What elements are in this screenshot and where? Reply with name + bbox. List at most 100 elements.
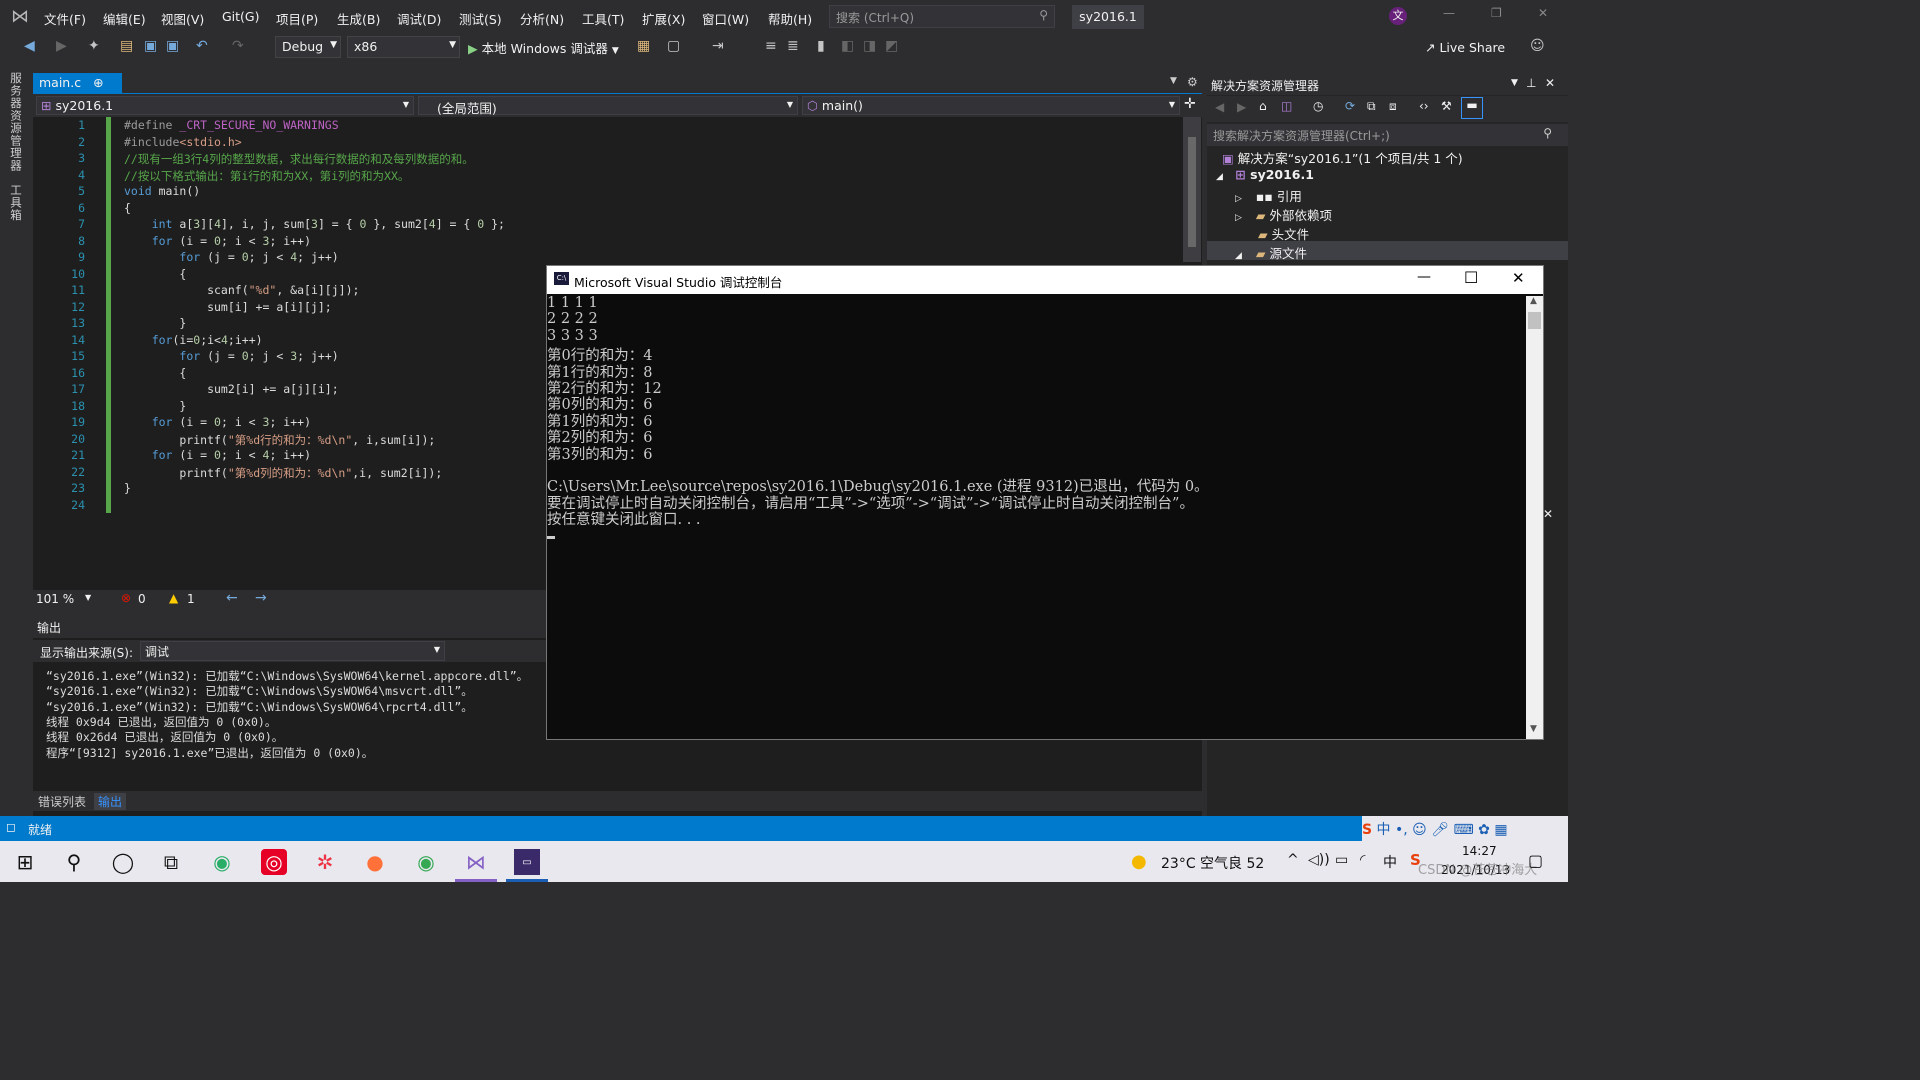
menu-item[interactable]: 分析(N): [520, 9, 564, 28]
toolbox-tab[interactable]: 工具箱: [8, 184, 24, 222]
history-icon[interactable]: ◷: [1313, 99, 1323, 113]
menu-item[interactable]: 窗口(W): [702, 9, 749, 28]
browse-icon[interactable]: ▦: [637, 38, 650, 54]
code-line[interactable]: for (i = 0; i < 4; i++): [124, 448, 311, 462]
zoom-level[interactable]: 101 %: [36, 592, 74, 606]
config-select[interactable]: Debug ▼: [275, 36, 341, 58]
function-select[interactable]: ⬡ main() ▼: [802, 96, 1180, 115]
close-icon[interactable]: ✕: [1538, 6, 1548, 20]
menu-item[interactable]: 生成(B): [337, 9, 380, 28]
code-line[interactable]: int a[3][4], i, j, sum[3] = { 0 }, sum2[…: [124, 217, 505, 231]
output-source-select[interactable]: 调试 ▼: [140, 641, 445, 661]
code-line[interactable]: printf("第%d行的和为：%d\n", i,sum[i]);: [124, 432, 435, 448]
code-line[interactable]: {: [124, 201, 131, 215]
cortana-icon[interactable]: ◯: [110, 849, 136, 875]
menu-item[interactable]: 工具(T): [582, 9, 624, 28]
collapsed-arrow-icon[interactable]: ▷: [1235, 213, 1242, 223]
redo-icon[interactable]: ↷: [232, 38, 244, 54]
step-icon[interactable]: ⇥: [712, 38, 724, 54]
code-line[interactable]: }: [124, 316, 186, 330]
code-view-icon[interactable]: ‹›: [1419, 99, 1429, 113]
error-count[interactable]: 0: [138, 592, 146, 606]
expand-icon[interactable]: ◢: [1216, 172, 1223, 182]
code-line[interactable]: sum[i] += a[i][j];: [124, 300, 332, 314]
code-line[interactable]: for (j = 0; j < 3; j++): [124, 349, 338, 363]
menu-item[interactable]: 项目(P): [276, 9, 318, 28]
show-all-icon[interactable]: ⧈: [1389, 99, 1397, 114]
split-icon[interactable]: ✛: [1184, 96, 1196, 112]
tab-output[interactable]: 输出: [94, 793, 127, 810]
ime-tray-icon[interactable]: 中: [1383, 852, 1397, 872]
platform-select[interactable]: x86 ▼: [347, 36, 460, 58]
code-line[interactable]: //按以下格式输出：第i行的和为XX，第i列的和为XX。: [124, 168, 409, 184]
scope-select[interactable]: (全局范围) ▼: [418, 96, 798, 116]
chevron-down-icon[interactable]: ▼: [85, 593, 91, 602]
switch-views-icon[interactable]: ◫: [1281, 99, 1292, 113]
user-avatar[interactable]: 文: [1389, 7, 1407, 25]
editor-scrollbar[interactable]: [1183, 117, 1201, 262]
bookmark-icon[interactable]: ▮: [817, 38, 825, 54]
chrome-icon[interactable]: ◉: [413, 849, 439, 875]
clock-time[interactable]: 14:27: [1462, 844, 1497, 858]
settings-gear-icon[interactable]: ⚙: [1187, 75, 1198, 89]
bookmark-prev-icon[interactable]: ◧: [841, 38, 854, 54]
bookmark-clear-icon[interactable]: ◩: [885, 38, 898, 54]
code-line[interactable]: {: [124, 366, 186, 380]
menu-item[interactable]: 文件(F): [44, 9, 86, 28]
console-scroll-thumb[interactable]: [1528, 312, 1541, 329]
tree-solution-root[interactable]: ▣ 解决方案“sy2016.1”(1 个项目/共 1 个): [1222, 148, 1463, 167]
tree-external-deps[interactable]: ▷ ▰ 外部依赖项: [1235, 205, 1332, 224]
firefox-icon[interactable]: ●: [362, 849, 388, 875]
wechat-icon[interactable]: ◉: [209, 849, 235, 875]
menu-item[interactable]: 编辑(E): [103, 9, 146, 28]
weather-text[interactable]: 23°C 空气良 52: [1161, 853, 1264, 873]
restore-icon[interactable]: ❐: [1491, 6, 1502, 20]
console-taskbar-icon[interactable]: ▭: [514, 849, 540, 875]
properties-close-icon[interactable]: ✕: [1543, 507, 1553, 521]
search-input[interactable]: 搜索 (Ctrl+Q) ⚲: [829, 5, 1055, 28]
bookmark-next-icon[interactable]: ◨: [863, 38, 876, 54]
preview-icon[interactable]: ▬: [1461, 97, 1483, 119]
scroll-thumb[interactable]: [1188, 137, 1196, 247]
chevron-down-icon[interactable]: ▼: [1511, 78, 1518, 88]
ime-toolbar[interactable]: S 中 •, ☺ 🎤︎ ⌨ ✿ ▦: [1362, 816, 1568, 841]
visual-studio-icon[interactable]: ⋈: [463, 849, 489, 875]
console-maximize-icon[interactable]: ☐: [1464, 268, 1478, 287]
search-icon[interactable]: ⚲: [61, 849, 87, 875]
code-line[interactable]: #include<stdio.h>: [124, 135, 242, 149]
tree-references[interactable]: ▷ ▪▪ 引用: [1235, 186, 1302, 205]
back-icon[interactable]: ◀: [24, 38, 35, 54]
code-line[interactable]: }: [124, 481, 131, 495]
server-explorer-tab[interactable]: 服务器资源管理器: [8, 72, 24, 172]
console-minimize-icon[interactable]: —: [1417, 269, 1431, 285]
screenshot-icon[interactable]: ▢: [667, 38, 680, 54]
netease-music-icon[interactable]: ◎: [261, 849, 287, 875]
menu-item[interactable]: 调试(D): [397, 9, 441, 28]
code-line[interactable]: #define _CRT_SECURE_NO_WARNINGS: [124, 118, 339, 132]
save-all-icon[interactable]: ▣: [166, 38, 179, 54]
code-line[interactable]: for (i = 0; i < 3; i++): [124, 234, 311, 248]
prev-issue-icon[interactable]: ←: [226, 590, 238, 606]
menu-item[interactable]: Git(G): [222, 9, 260, 24]
warning-count[interactable]: 1: [187, 592, 195, 606]
code-line[interactable]: //现有一组3行4列的整型数据，求出每行数据的和及每列数据的和。: [124, 151, 474, 167]
tree-source-files[interactable]: ◢ ▰ 源文件: [1235, 243, 1307, 262]
solution-search-input[interactable]: 搜索解决方案资源管理器(Ctrl+;) ⚲: [1207, 124, 1568, 146]
new-project-icon[interactable]: ✦: [88, 38, 100, 54]
next-issue-icon[interactable]: →: [255, 590, 267, 606]
feedback-icon[interactable]: ☺: [1530, 38, 1545, 54]
forward-icon[interactable]: ▶: [56, 38, 67, 54]
tab-main-c[interactable]: main.c ⊕ ✕: [33, 73, 122, 105]
menu-item[interactable]: 帮助(H): [768, 9, 812, 28]
collapsed-arrow-icon[interactable]: ▷: [1235, 194, 1242, 204]
code-line[interactable]: for (i = 0; i < 3; i++): [124, 415, 311, 429]
run-debugger-button[interactable]: ▶ 本地 Windows 调试器 ▼: [468, 38, 619, 57]
console-scrollbar[interactable]: ▲ ▼: [1526, 296, 1543, 739]
properties-icon[interactable]: ⚒: [1441, 99, 1452, 113]
refresh-icon[interactable]: ⟳: [1345, 99, 1355, 113]
menu-item[interactable]: 视图(V): [161, 9, 204, 28]
scroll-down-icon[interactable]: ▼: [1530, 724, 1537, 734]
minimize-icon[interactable]: —: [1443, 6, 1455, 20]
pin-icon[interactable]: ⊕: [93, 75, 103, 90]
code-line[interactable]: void main(): [124, 184, 200, 198]
